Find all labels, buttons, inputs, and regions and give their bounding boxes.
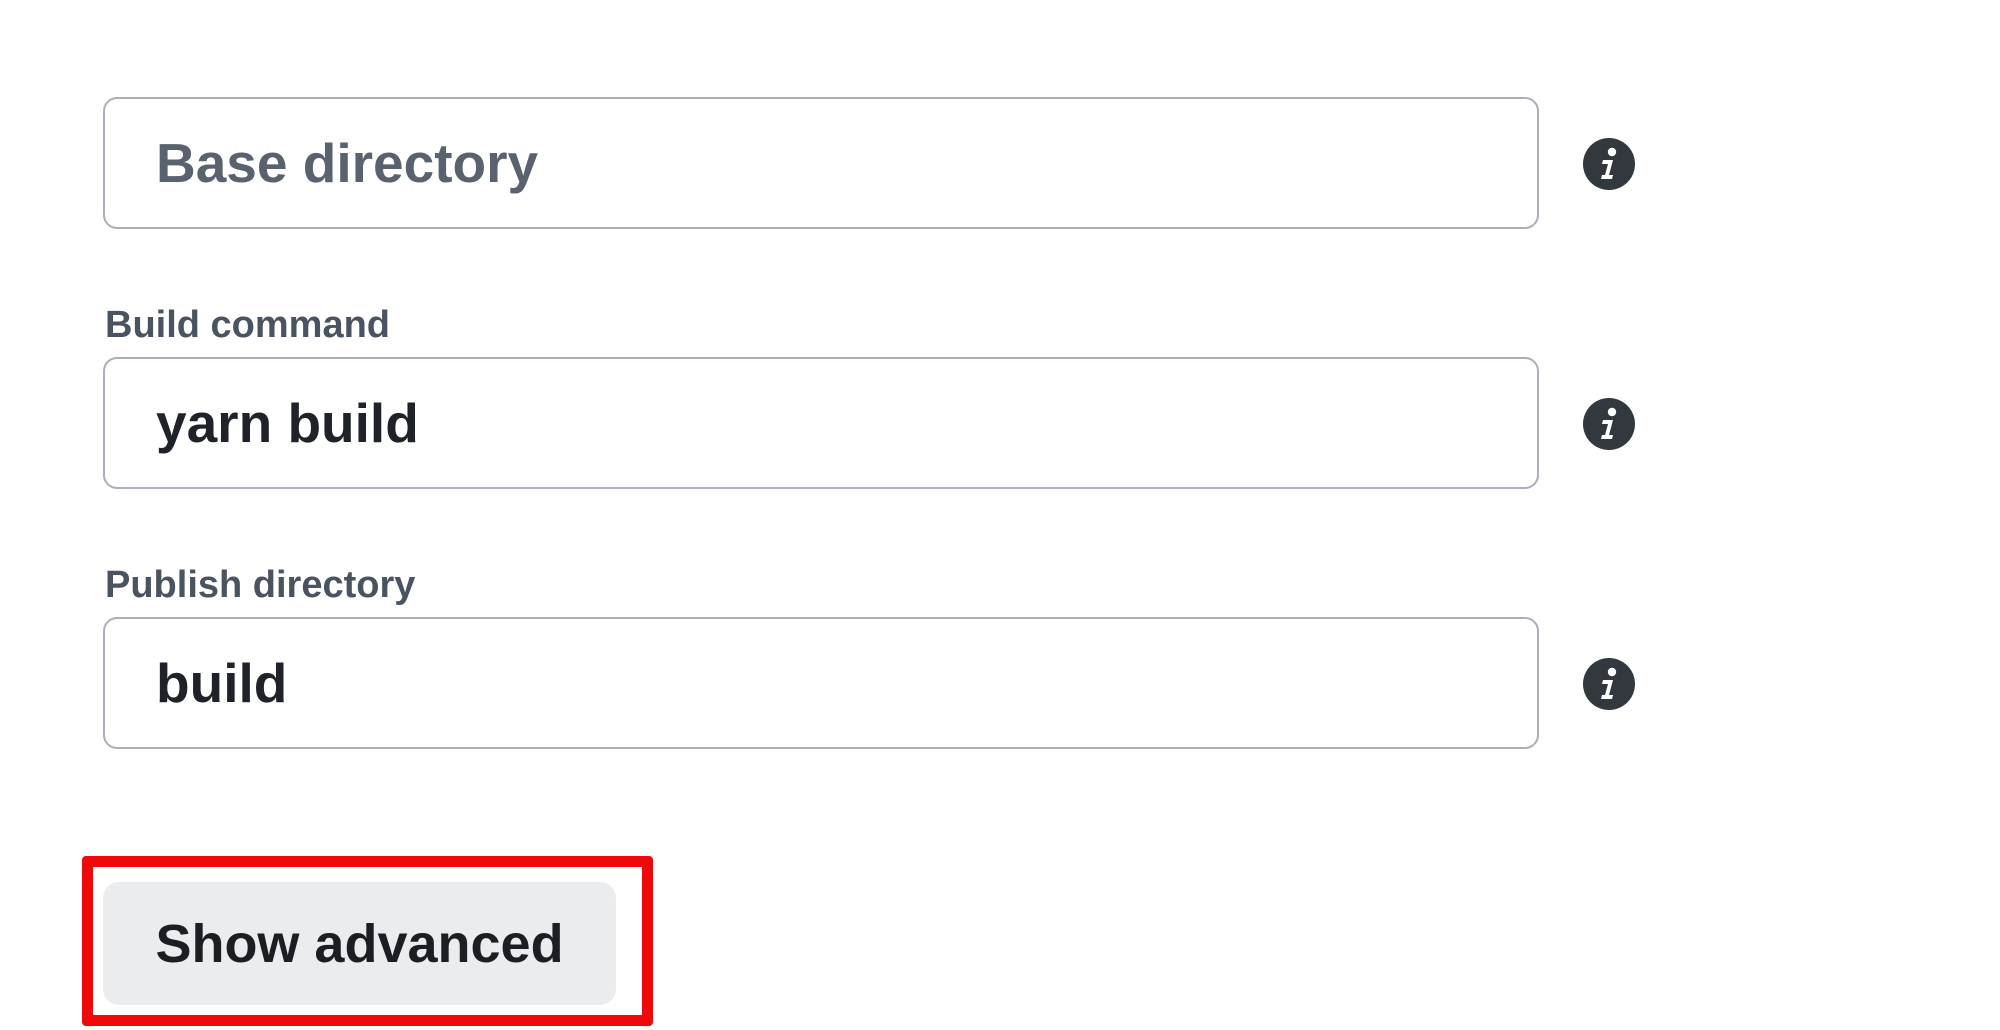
base-directory-input[interactable]: [103, 97, 1539, 229]
publish-directory-input[interactable]: [103, 617, 1539, 749]
build-command-input[interactable]: [103, 357, 1539, 489]
show-advanced-button[interactable]: Show advanced: [103, 882, 616, 1005]
build-command-label: Build command: [105, 304, 391, 346]
info-icon-graphic: [1583, 398, 1635, 450]
publish-directory-label: Publish directory: [105, 564, 416, 606]
info-icon[interactable]: [1583, 398, 1635, 450]
info-icon[interactable]: [1583, 138, 1635, 190]
info-icon-graphic: [1583, 138, 1635, 190]
info-icon-graphic: [1583, 658, 1635, 710]
info-icon[interactable]: [1583, 658, 1635, 710]
